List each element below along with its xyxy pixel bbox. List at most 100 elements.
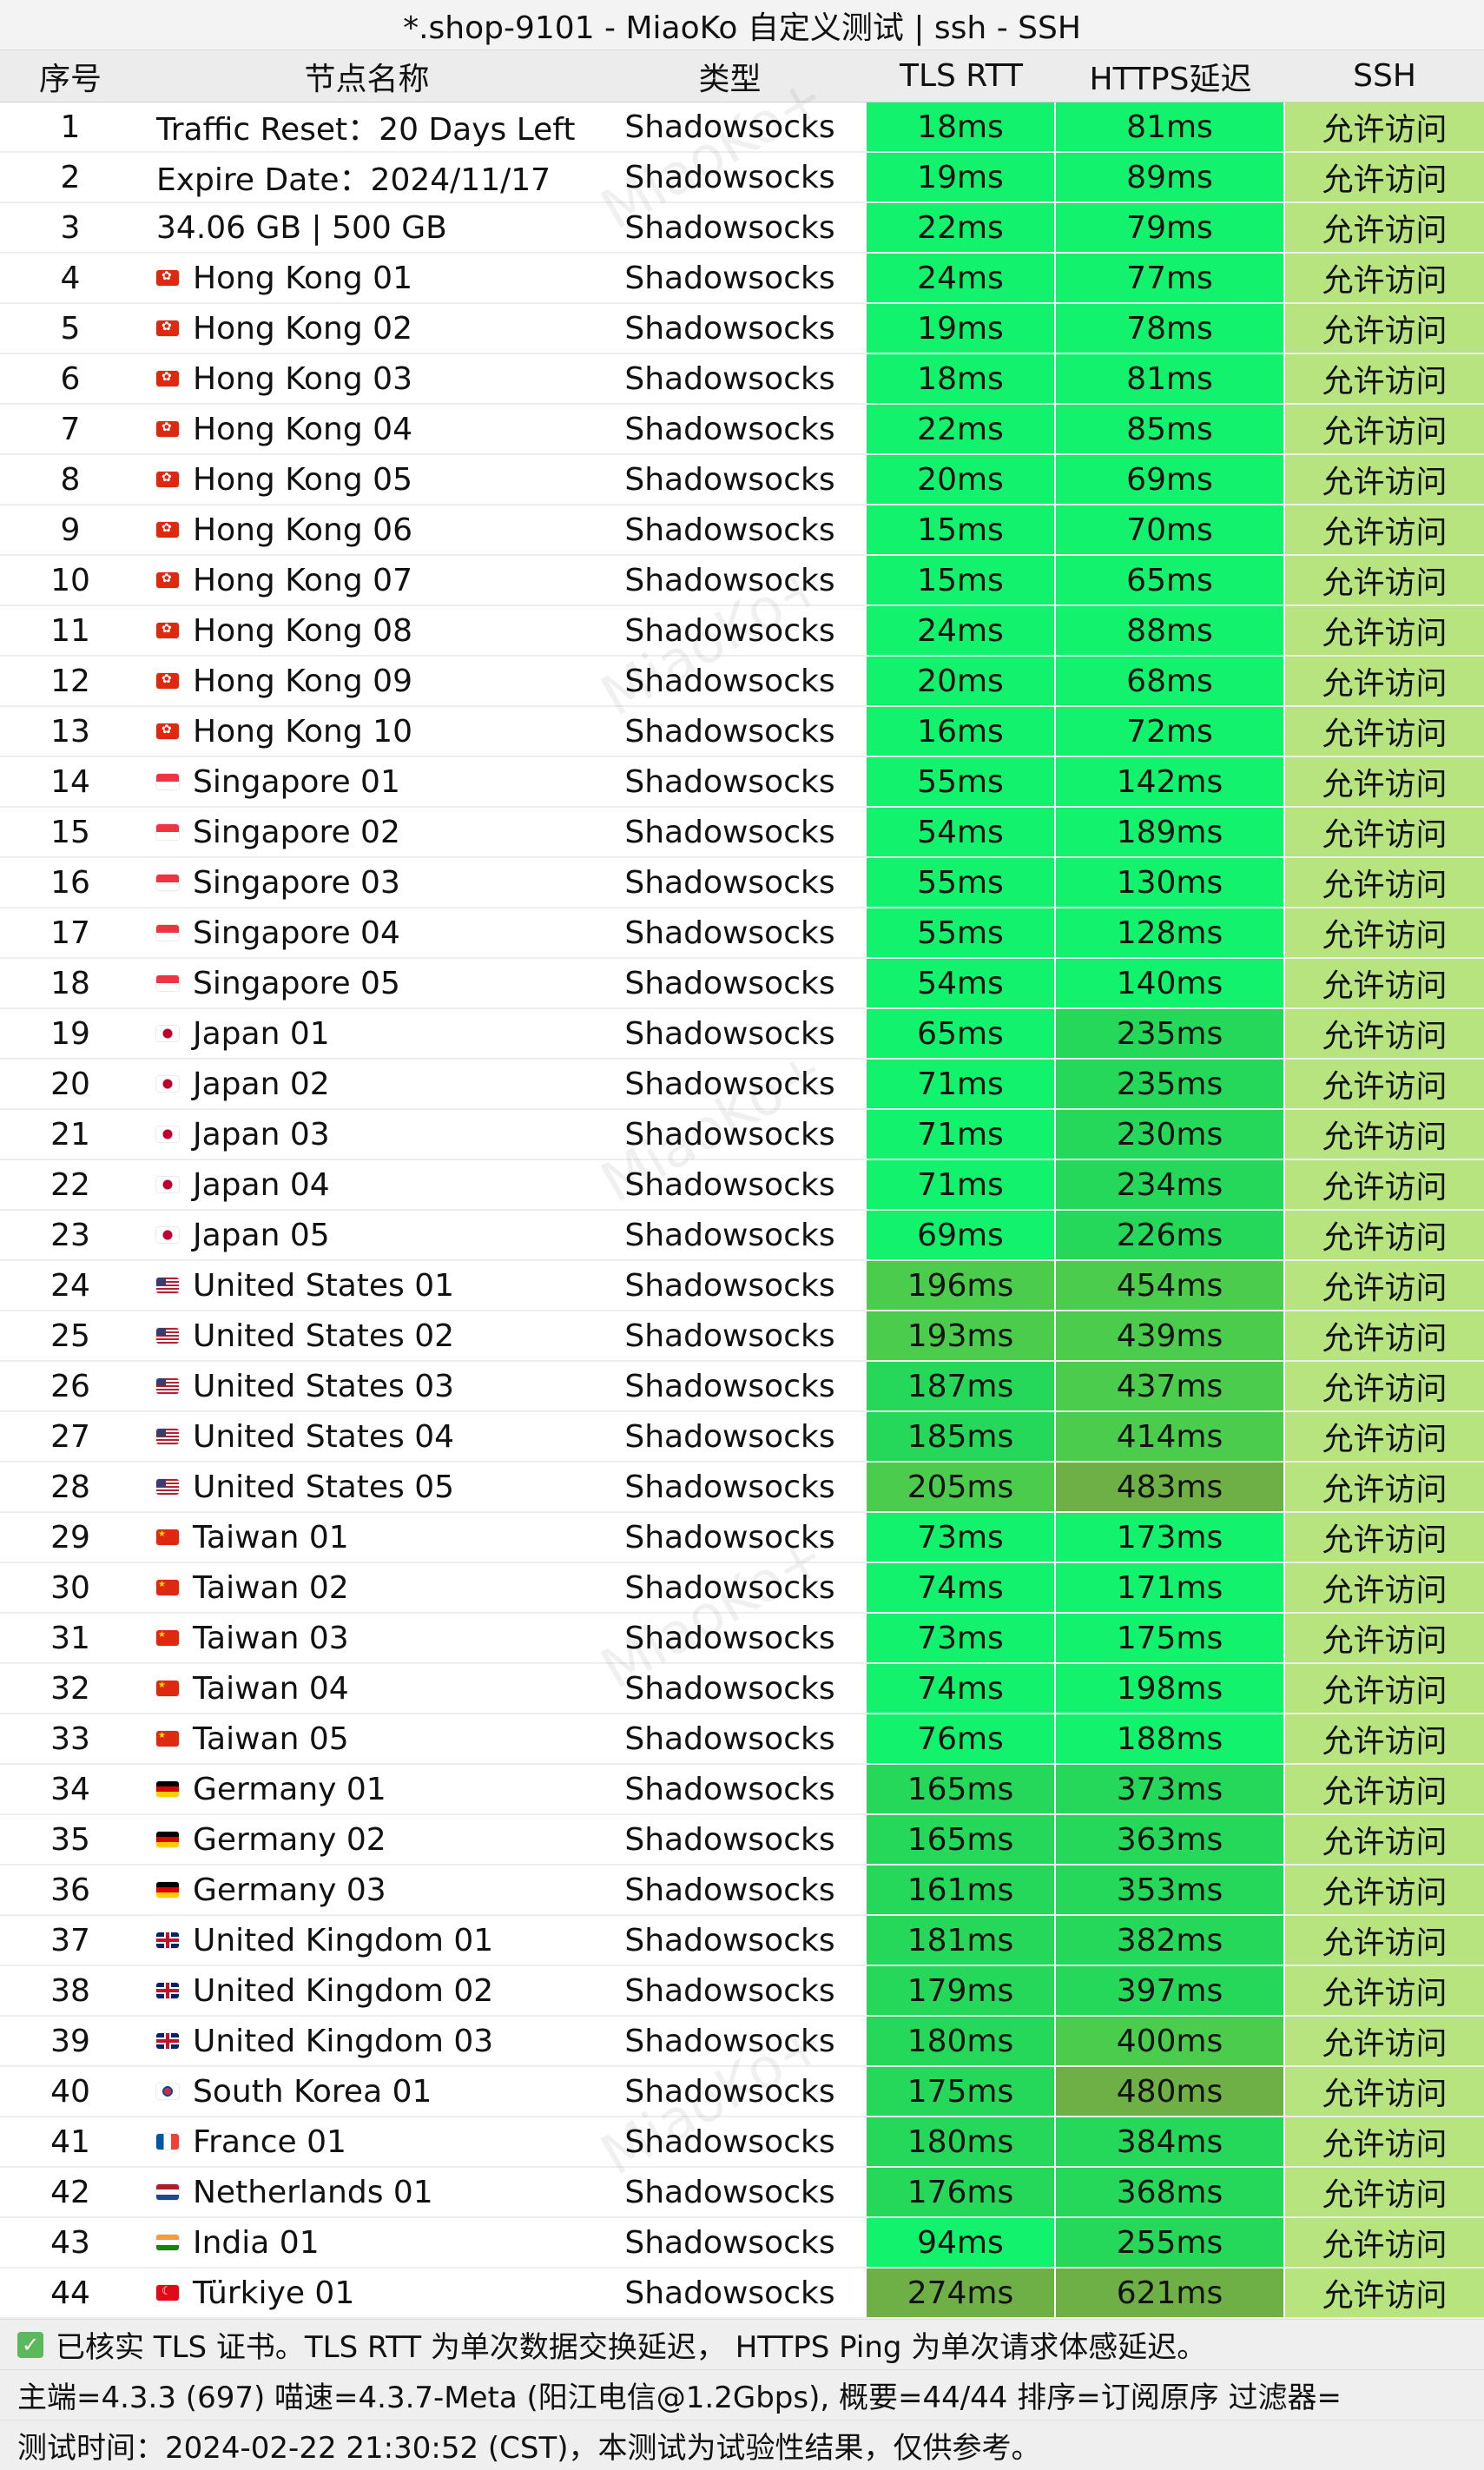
ssh-status-cell: 允许访问 [1285, 1160, 1484, 1209]
node-type: Shadowsocks [624, 310, 835, 347]
node-type: Shadowsocks [624, 2224, 835, 2261]
gb-flag-icon [156, 1983, 179, 1998]
https-latency-cell: 400ms [1056, 2017, 1285, 2065]
row-index: 25 [50, 1318, 90, 1354]
node-type: Shadowsocks [624, 1066, 835, 1102]
hk-flag-icon [156, 269, 179, 286]
ssh-status-cell: 允许访问 [1285, 2269, 1484, 2317]
column-header-type: 类型 [698, 61, 762, 97]
tw-flag-icon [156, 1529, 179, 1545]
us-flag-icon [156, 1479, 179, 1495]
row-index: 17 [50, 915, 90, 951]
https-latency-cell: 384ms [1056, 2117, 1285, 2166]
tls-rtt-cell: 55ms [867, 858, 1056, 907]
tw-flag-icon [156, 1580, 179, 1595]
ssh-status-cell: 允许访问 [1285, 455, 1484, 504]
node-name: France 01 [193, 2123, 346, 2160]
tw-flag-icon [156, 1681, 179, 1696]
results-table: 1 Traffic Reset：20 Days Left Shadowsocks 18… [0, 102, 1484, 2319]
tls-rtt-cell: 73ms [867, 1513, 1056, 1562]
ssh-status-cell: 允许访问 [1285, 2168, 1484, 2216]
https-latency-cell: 382ms [1056, 1916, 1285, 1965]
ssh-status-cell: 允许访问 [1285, 1110, 1484, 1159]
node-name-cell: Japan 04 [141, 1160, 593, 1209]
https-latency-cell: 130ms [1056, 858, 1285, 907]
fr-flag-icon [156, 2134, 179, 2150]
node-type: Shadowsocks [624, 159, 835, 195]
node-name-cell: India 01 [141, 2218, 593, 2267]
ssh-status-cell: 允许访问 [1285, 1060, 1484, 1108]
footer: ✓ 已核实 TLS 证书。TLS RTT 为单次数据交换延迟， HTTPS Pi… [0, 2319, 1484, 2470]
row-index: 30 [50, 1569, 90, 1606]
node-name-cell: Germany 03 [141, 1866, 593, 1914]
node-name-cell: Hong Kong 09 [141, 657, 593, 705]
https-latency-cell: 142ms [1056, 757, 1285, 806]
table-row: 31 Taiwan 03 Shadowsocks 73ms175ms允许访问 [0, 1614, 1484, 1664]
ssh-status-cell: 允许访问 [1285, 1412, 1484, 1461]
node-type: Shadowsocks [624, 1015, 835, 1052]
node-type: Shadowsocks [624, 663, 835, 699]
ssh-status-cell: 允许访问 [1285, 1714, 1484, 1763]
node-type: Shadowsocks [624, 2123, 835, 2160]
node-name-cell: Taiwan 04 [141, 1664, 593, 1713]
https-latency-cell: 373ms [1056, 1765, 1285, 1813]
row-index: 14 [50, 763, 90, 800]
ssh-status-cell: 允许访问 [1285, 1463, 1484, 1511]
table-row: 19 Japan 01 Shadowsocks 65ms 235ms 允许访问 [0, 1009, 1484, 1060]
node-name-cell: 34.06 GB | 500 GB [141, 203, 593, 252]
node-name: Germany 02 [193, 1821, 386, 1858]
tls-rtt-cell: 55ms [867, 908, 1056, 957]
ssh-status-cell: 允许访问 [1285, 304, 1484, 353]
tls-rtt-cell: 15ms [867, 505, 1056, 554]
tls-rtt-cell: 71ms [867, 1060, 1056, 1108]
tls-rtt-cell: 73ms [867, 1614, 1056, 1662]
node-name: Netherlands 01 [193, 2174, 433, 2210]
node-name: Expire Date：2024/11/17 [156, 162, 551, 198]
https-latency-cell: 234ms [1056, 1160, 1285, 1209]
node-type: Shadowsocks [624, 2174, 835, 2210]
row-index: 3 [60, 209, 81, 246]
node-name-cell: Singapore 05 [141, 959, 593, 1007]
ssh-status-cell: 允许访问 [1285, 153, 1484, 201]
node-name: India 01 [193, 2224, 320, 2261]
node-name-cell: United Kingdom 02 [141, 1966, 593, 2015]
node-type: Shadowsocks [624, 512, 835, 548]
ssh-status-cell: 允许访问 [1285, 707, 1484, 756]
ssh-status-cell: 允许访问 [1285, 1311, 1484, 1360]
node-type: Shadowsocks [624, 713, 835, 750]
tls-rtt-cell: 179ms [867, 1966, 1056, 2015]
https-latency-cell: 79ms [1056, 203, 1285, 252]
us-flag-icon [156, 1278, 179, 1293]
tls-rtt-cell: 274ms [867, 2269, 1056, 2317]
node-name: United Kingdom 02 [193, 1972, 494, 2009]
ssh-status-cell: 允许访问 [1285, 1916, 1484, 1965]
node-type: Shadowsocks [624, 1368, 835, 1404]
row-index: 24 [50, 1267, 90, 1304]
tls-rtt-cell: 16ms [867, 707, 1056, 756]
row-index: 15 [50, 814, 90, 850]
node-name: Türkiye 01 [193, 2275, 355, 2311]
de-flag-icon [156, 1832, 179, 1847]
tls-rtt-cell: 18ms [867, 102, 1056, 151]
tls-rtt-cell: 15ms [867, 556, 1056, 604]
hk-flag-icon [156, 672, 179, 689]
table-row: 33 Taiwan 05 Shadowsocks 76ms188ms允许访问 [0, 1714, 1484, 1765]
node-name-cell: Taiwan 02 [141, 1563, 593, 1612]
row-index: 16 [50, 864, 90, 901]
node-name: Taiwan 02 [193, 1569, 349, 1606]
table-row: 17 Singapore 04 Shadowsocks 55ms 128ms 允许访问 [0, 908, 1484, 959]
row-index: 11 [50, 612, 90, 649]
tls-rtt-cell: 161ms [867, 1866, 1056, 1914]
table-row: 2 Expire Date：2024/11/17 Shadowsocks 19ms 89… [0, 153, 1484, 203]
table-row: 34 Germany 01 Shadowsocks 165ms 373ms 允许访问 [0, 1765, 1484, 1815]
tls-rtt-cell: 24ms [867, 606, 1056, 655]
node-name-cell: United States 01 [141, 1261, 593, 1310]
ssh-status-cell: 允许访问 [1285, 1866, 1484, 1914]
https-latency-cell: 70ms [1056, 505, 1285, 554]
https-latency-cell: 235ms [1056, 1009, 1285, 1058]
row-index: 44 [50, 2275, 90, 2311]
node-name-cell: Hong Kong 04 [141, 405, 593, 453]
tls-rtt-cell: 76ms [867, 1714, 1056, 1763]
https-latency-cell: 397ms [1056, 1966, 1285, 2015]
node-name-cell: Hong Kong 10 [141, 707, 593, 756]
